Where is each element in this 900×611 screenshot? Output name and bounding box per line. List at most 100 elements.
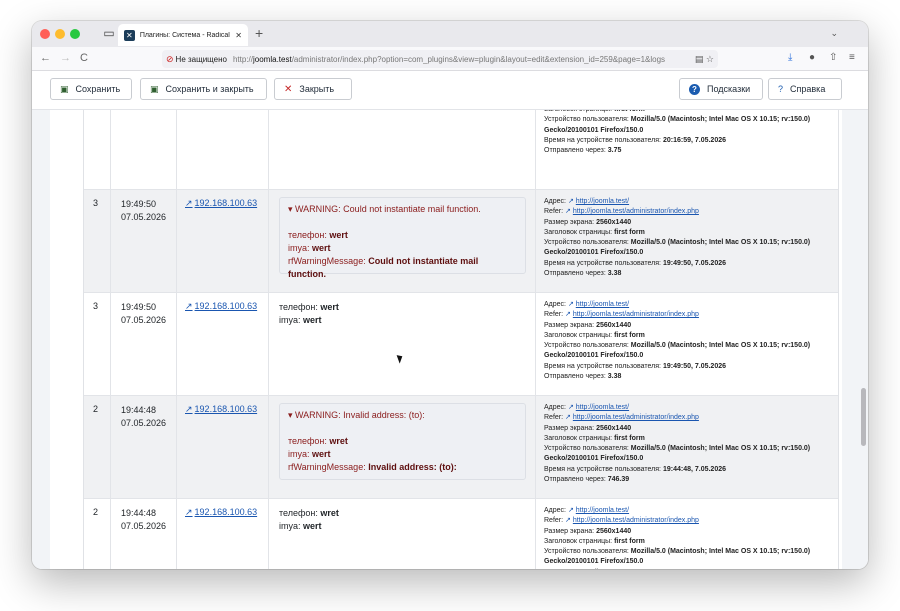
external-link-icon: ↗ [567, 301, 574, 308]
cell-message: телефон: wert imya: wert [269, 293, 536, 395]
info-link[interactable]: http://joomla.test/ [576, 301, 629, 308]
tab-overview-icon[interactable]: ▭ [102, 26, 116, 40]
url-text[interactable]: http://joomla.test/administrator/index.p… [233, 55, 683, 64]
url-bar[interactable]: ⊘ Не защищено http://joomla.test/adminis… [162, 50, 718, 68]
save-and-close-button[interactable]: ▣ Сохранить и закрыть [140, 78, 267, 100]
menu-icon[interactable]: ≡ [849, 52, 855, 63]
external-link-icon: ↗ [185, 507, 193, 517]
info-link[interactable]: http://joomla.test/ [576, 507, 629, 514]
message-fields: телефон: wret imya: wert [279, 507, 339, 533]
ip-link[interactable]: ↗ 192.168.100.63 [185, 507, 257, 518]
warning-heading[interactable]: ▾ WARNING: Could not instantiate mail fu… [288, 204, 517, 215]
info-line: Заголовок страницы: first form [544, 331, 645, 339]
info-line: Размер экрана: 2560x1440 [544, 321, 632, 329]
share-icon[interactable]: ⇧ [829, 52, 837, 63]
info-link[interactable]: http://joomla.test/administrator/index.p… [573, 517, 699, 524]
external-link-icon: ↗ [185, 404, 193, 414]
field-line: imya: wert [279, 315, 322, 325]
info-link-line: Refer: ↗ http://joomla.test/administrato… [544, 414, 699, 422]
close-button[interactable]: ✕ Закрыть [274, 78, 352, 100]
cell-number: 2 [84, 499, 111, 569]
info-line: Заголовок страницы: first form [544, 537, 645, 545]
field-line: телефон: wert [279, 302, 339, 312]
log-row: 2 19:44:48 07.05.2026 ↗ 192.168.100.63 тел… [84, 499, 838, 569]
info-link[interactable]: http://joomla.test/administrator/index.p… [573, 208, 699, 215]
log-row: 3 19:49:50 07.05.2026 ↗ 192.168.100.63 тел… [84, 293, 838, 396]
forward-arrow-icon[interactable]: → [60, 51, 71, 65]
info-line: Заголовок страницы: first form [544, 434, 645, 442]
log-row: Заголовок страницы: first formУстройство… [84, 110, 838, 190]
back-arrow-icon[interactable]: ← [40, 51, 51, 65]
warning-box[interactable]: ▾ WARNING: Could not instantiate mail fu… [279, 197, 526, 279]
account-icon[interactable]: ● [809, 52, 815, 63]
ip-link[interactable]: ↗ 192.168.100.63 [185, 404, 257, 415]
cell-number: 2 [84, 396, 111, 498]
external-link-icon: ↗ [185, 198, 193, 208]
cell-info: Адрес: ↗ http://joomla.test/Refer: ↗ htt… [536, 499, 840, 569]
cell-time: 19:49:50 07.05.2026 [111, 190, 177, 292]
log-panel: Заголовок страницы: first form Устройство… [50, 110, 842, 569]
minimize-window-button[interactable] [55, 29, 65, 39]
ip-link[interactable]: ↗ 192.168.100.63 [185, 198, 257, 209]
new-tab-button[interactable]: + [255, 26, 263, 40]
warning-box[interactable]: ▾ WARNING: Invalid address: (to): телефо… [279, 403, 526, 480]
row-number: 2 [93, 507, 99, 517]
info-link[interactable]: http://joomla.test/administrator/index.p… [573, 414, 699, 421]
question-icon: ? [778, 84, 784, 94]
save-button[interactable]: ▣ Сохранить [50, 78, 132, 100]
info-link[interactable]: http://joomla.test/administrator/index.p… [573, 311, 699, 318]
info-link-line: Адрес: ↗ http://joomla.test/ [544, 301, 630, 308]
hints-button[interactable]: ? Подсказки [679, 78, 763, 100]
row-number: 3 [93, 198, 99, 208]
tab-close-icon[interactable]: ✕ [235, 31, 242, 40]
info-line: Устройство пользователя: Mozilla/5.0 (Ma… [544, 445, 811, 463]
vertical-scrollbar[interactable] [861, 388, 866, 446]
help-button[interactable]: ? Справка [768, 78, 842, 100]
warning-heading[interactable]: ▾ WARNING: Invalid address: (to): [288, 410, 517, 421]
insecure-lock-icon[interactable]: ⊘ [166, 54, 174, 65]
request-info: Заголовок страницы: first formУстройство… [544, 110, 834, 156]
info-line: Размер экрана: 2560x1440 [544, 424, 632, 432]
url-actions: ▤ ☆ [695, 54, 714, 65]
tab-list-icon[interactable]: ⌄ [830, 28, 838, 39]
info-line: Размер экрана: 2560x1440 [544, 218, 632, 226]
field-line: телефон: wert [288, 230, 348, 240]
cell-message: телефон: wret imya: wert [269, 499, 536, 569]
cell-number [84, 110, 111, 189]
info-line: Время на устройстве пользователя: 19:49:… [544, 362, 727, 370]
external-link-icon: ↗ [567, 507, 574, 514]
row-datetime: 19:49:50 07.05.2026 [121, 302, 167, 325]
save-icon: ▣ [150, 83, 159, 94]
row-number: 3 [93, 301, 99, 311]
info-line: Отправлено через: 746.39 [544, 476, 630, 484]
info-link-line: Refer: ↗ http://joomla.test/administrato… [544, 517, 699, 525]
ip-link[interactable]: ↗ 192.168.100.63 [185, 301, 257, 312]
field-line: imya: wert [288, 243, 331, 253]
request-info: Адрес: ↗ http://joomla.test/Refer: ↗ htt… [544, 197, 834, 279]
close-window-button[interactable] [40, 29, 50, 39]
info-line: Отправлено через: 3.75 [544, 147, 622, 155]
info-link-line: Адрес: ↗ http://joomla.test/ [544, 507, 630, 514]
insecure-label: Не защищено [175, 54, 227, 64]
save-icon: ▣ [60, 83, 69, 94]
external-link-icon: ↗ [565, 208, 571, 216]
request-info: Адрес: ↗ http://joomla.test/Refer: ↗ htt… [544, 300, 834, 382]
log-row: 2 19:44:48 07.05.2026 ↗ 192.168.100.63 ▾ W… [84, 396, 838, 499]
info-link[interactable]: http://joomla.test/ [576, 404, 629, 411]
cell-ip: ↗ 192.168.100.63 [177, 396, 269, 498]
cell-ip: ↗ 192.168.100.63 [177, 499, 269, 569]
cell-ip: ↗ 192.168.100.63 [177, 190, 269, 292]
maximize-window-button[interactable] [70, 29, 80, 39]
info-link[interactable]: http://joomla.test/ [576, 198, 629, 205]
row-datetime: 19:44:48 07.05.2026 [121, 508, 167, 531]
bookmark-star-icon[interactable]: ☆ [706, 54, 714, 64]
message-fields: телефон: wert imya: wert [279, 301, 339, 327]
reader-view-icon[interactable]: ▤ [695, 54, 704, 64]
row-number: 2 [93, 404, 99, 414]
browser-tab[interactable]: ✕ Плагины: Система - RadicalForm ✕ [118, 24, 248, 46]
reload-icon[interactable]: C [80, 51, 88, 65]
external-link-icon: ↗ [185, 301, 193, 311]
cell-time: 19:44:48 07.05.2026 [111, 499, 177, 569]
warning-fields: телефон: wert imya: wert rfWarningMessage:… [288, 229, 517, 281]
download-icon[interactable]: ⤓ [788, 52, 792, 63]
